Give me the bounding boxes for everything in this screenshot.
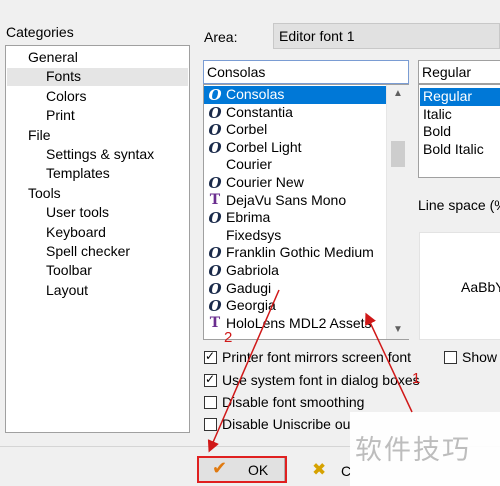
- font-list-item[interactable]: Courier: [204, 156, 387, 174]
- categories-tree[interactable]: General Fonts Colors Print File Settings & sy…: [5, 45, 190, 433]
- opentype-icon: O: [208, 297, 222, 316]
- font-list-item-label: Courier New: [226, 174, 304, 190]
- tree-item-user-tools[interactable]: User tools: [46, 204, 109, 220]
- font-list-item-label: Constantia: [226, 103, 293, 120]
- categories-label: Categories: [6, 24, 74, 40]
- font-list-item[interactable]: O Courier New: [204, 174, 387, 192]
- watermark-text: 软件技巧: [355, 435, 471, 466]
- font-list-item[interactable]: T DejaVu Sans Mono: [204, 192, 387, 210]
- cancel-x-icon[interactable]: ✖: [312, 460, 326, 480]
- scroll-thumb[interactable]: [391, 141, 405, 167]
- font-list-item-label: Ebrima: [226, 209, 271, 226]
- checkbox-box[interactable]: [204, 349, 217, 364]
- font-list-item-label: HoloLens MDL2 Assets: [226, 314, 372, 331]
- checkbox-box[interactable]: [204, 372, 217, 387]
- font-preview: AaBbY: [419, 232, 500, 340]
- show-label: Show: [462, 349, 498, 365]
- scroll-up-icon[interactable]: ▲: [387, 85, 409, 103]
- font-list-item-label: Consolas: [226, 86, 285, 102]
- area-select[interactable]: Editor font 1: [273, 23, 500, 49]
- disable-smoothing-label: Disable font smoothing: [222, 394, 365, 410]
- opentype-icon: O: [208, 103, 222, 122]
- font-list-item[interactable]: O Corbel: [204, 121, 387, 139]
- line-space-label: Line space (%: [418, 197, 500, 213]
- opentype-icon: O: [208, 279, 222, 298]
- font-list-item[interactable]: Fixedsys: [204, 227, 387, 245]
- checkbox-box[interactable]: [444, 351, 457, 364]
- font-list-item-label: Fixedsys: [226, 226, 282, 243]
- opentype-icon: O: [208, 121, 222, 140]
- font-list-item-label: Corbel Light: [226, 138, 302, 155]
- font-name-input[interactable]: Consolas: [203, 60, 409, 84]
- font-list-item[interactable]: O Franklin Gothic Medium: [204, 244, 387, 262]
- tree-item-toolbar[interactable]: Toolbar: [46, 262, 92, 278]
- font-list[interactable]: O Consolas O Constantia O Corbel O Corbel Light…: [203, 84, 409, 340]
- style-list-item[interactable]: Regular: [420, 88, 500, 106]
- font-style-input[interactable]: Regular: [418, 60, 500, 84]
- area-label: Area:: [204, 29, 238, 45]
- font-list-item-label: DejaVu Sans Mono: [226, 191, 347, 208]
- ok-highlight-box: [197, 456, 287, 483]
- truetype-icon: T: [209, 191, 221, 208]
- tree-item-spell-checker[interactable]: Spell checker: [46, 243, 130, 259]
- system-font-label: Use system font in dialog boxes: [222, 372, 420, 388]
- tree-item-general[interactable]: General: [28, 49, 78, 65]
- opentype-icon: O: [208, 262, 222, 280]
- truetype-icon: T: [209, 314, 221, 331]
- tree-item-keyboard[interactable]: Keyboard: [46, 224, 106, 240]
- font-list-item-label: Courier: [226, 156, 272, 173]
- tree-item-fonts[interactable]: Fonts: [46, 68, 81, 84]
- annotation-marker-2: 2: [224, 329, 233, 346]
- tree-item-colors[interactable]: Colors: [46, 88, 86, 104]
- font-list-item-label: Franklin Gothic Medium: [226, 244, 374, 261]
- font-list-item[interactable]: O Constantia: [204, 104, 387, 122]
- checkbox-box[interactable]: [204, 396, 217, 409]
- font-list-item[interactable]: O Consolas: [204, 86, 387, 104]
- font-list-item[interactable]: O Ebrima: [204, 209, 387, 227]
- font-list-item[interactable]: O Gabriola: [204, 262, 387, 280]
- font-list-scrollbar[interactable]: ▲ ▼: [386, 85, 409, 339]
- disable-uniscribe-label: Disable Uniscribe ou: [222, 416, 351, 432]
- font-list-item[interactable]: O Corbel Light: [204, 139, 387, 157]
- opentype-icon: O: [208, 244, 222, 263]
- preview-text: AaBbY: [461, 279, 500, 295]
- tree-item-settings-syntax[interactable]: Settings & syntax: [46, 146, 154, 162]
- tree-item-layout[interactable]: Layout: [46, 282, 88, 298]
- scroll-down-icon[interactable]: ▼: [387, 321, 409, 339]
- tree-selection-highlight: [7, 68, 188, 87]
- style-list-item[interactable]: Italic: [420, 106, 500, 124]
- opentype-icon: O: [208, 86, 222, 104]
- font-list-item[interactable]: O Georgia: [204, 297, 387, 315]
- opentype-icon: O: [208, 209, 222, 228]
- font-list-item-label: Gabriola: [226, 262, 279, 278]
- font-list-item-label: Georgia: [226, 297, 276, 314]
- style-list-item[interactable]: Bold: [420, 123, 500, 141]
- checkbox-box[interactable]: [204, 418, 217, 431]
- font-list-item-label: Corbel: [226, 121, 268, 138]
- printer-mirror-label: Printer font mirrors screen font: [222, 349, 412, 365]
- opentype-icon: O: [208, 174, 222, 192]
- opentype-icon: O: [208, 138, 222, 157]
- style-list-item[interactable]: Bold Italic: [420, 141, 500, 159]
- tree-item-templates[interactable]: Templates: [46, 165, 110, 181]
- font-list-item-label: Gadugi: [226, 279, 272, 296]
- tree-item-file[interactable]: File: [28, 127, 51, 143]
- font-list-item[interactable]: O Gadugi: [204, 280, 387, 298]
- annotation-marker-1: 1: [412, 370, 421, 387]
- tree-item-tools[interactable]: Tools: [28, 185, 61, 201]
- tree-item-print[interactable]: Print: [46, 107, 75, 123]
- font-style-list[interactable]: Regular Italic Bold Bold Italic: [418, 84, 500, 178]
